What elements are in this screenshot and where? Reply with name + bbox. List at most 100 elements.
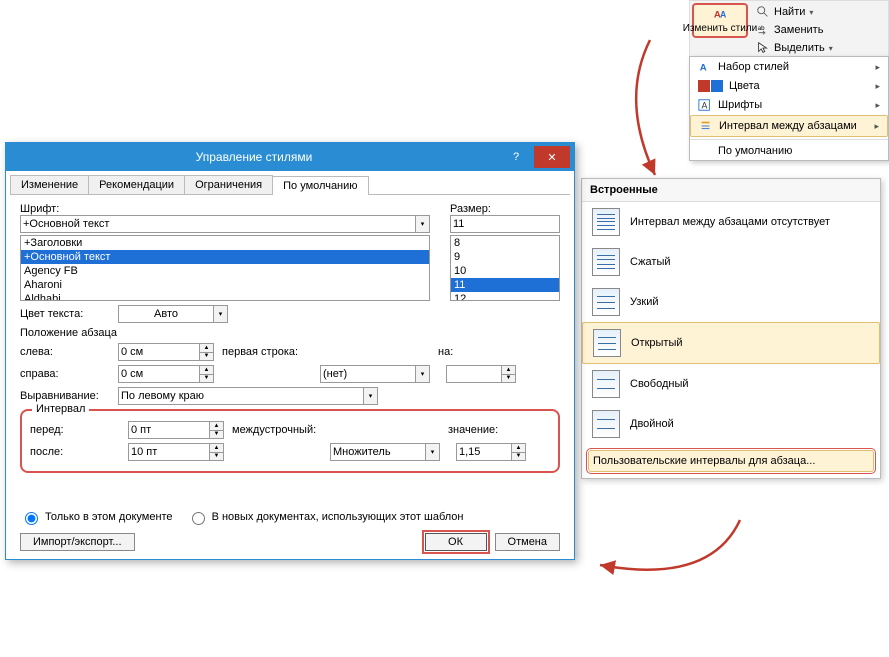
help-button[interactable]: ? [498, 146, 534, 168]
first-line-dropdown-btn[interactable]: ▾ [416, 365, 430, 383]
radio-input[interactable] [192, 512, 205, 525]
preset-label: Интервал между абзацами отсутствует [630, 216, 830, 228]
size-listbox[interactable]: 8 9 10 11 12 [450, 235, 560, 301]
alignment-label: Выравнивание: [20, 390, 110, 402]
select-label: Выделить [774, 42, 825, 54]
svg-text:ab: ab [758, 25, 765, 32]
first-line-dropdown[interactable] [320, 365, 416, 383]
import-export-button[interactable]: Импорт/экспорт... [20, 533, 135, 551]
spinner-buttons[interactable]: ▲▼ [200, 365, 214, 383]
submenu-arrow-icon: ▸ [875, 62, 880, 73]
list-item[interactable]: 10 [451, 264, 559, 278]
value-label: значение: [448, 424, 498, 436]
preset-open[interactable]: Открытый [582, 322, 880, 364]
radio-label: В новых документах, использующих этот ша… [212, 511, 464, 523]
font-input[interactable] [20, 215, 416, 233]
custom-paragraph-spacing[interactable]: Пользовательские интервалы для абзаца... [588, 450, 874, 472]
svg-text:A: A [720, 10, 727, 20]
radio-label: Только в этом документе [45, 511, 173, 523]
find-label: Найти [774, 6, 805, 18]
alignment-dropdown-btn[interactable]: ▾ [364, 387, 378, 405]
tab-recommend[interactable]: Рекомендации [88, 175, 185, 194]
tab-edit[interactable]: Изменение [10, 175, 89, 194]
spinner-buttons[interactable]: ▲▼ [210, 421, 224, 439]
preset-thumb [592, 248, 620, 276]
preset-label: Двойной [630, 418, 674, 430]
text-color-dropdown[interactable] [118, 305, 214, 323]
select-cursor-icon [756, 41, 770, 55]
alignment-dropdown[interactable] [118, 387, 364, 405]
spinner-buttons[interactable]: ▲▼ [512, 443, 526, 461]
submenu-arrow-icon: ▸ [875, 100, 880, 111]
tab-default[interactable]: По умолчанию [272, 176, 368, 195]
menu-item-label: По умолчанию [718, 145, 792, 157]
preset-relaxed[interactable]: Свободный [582, 364, 880, 404]
menu-set-default[interactable]: По умолчанию [690, 142, 888, 160]
menu-item-label: Цвета [729, 80, 760, 92]
preset-thumb [592, 370, 620, 398]
cancel-button[interactable]: Отмена [495, 533, 560, 551]
list-item[interactable]: +Основной текст [21, 250, 429, 264]
preset-tight[interactable]: Узкий [582, 282, 880, 322]
dialog-tabs: Изменение Рекомендации Ограничения По ум… [10, 175, 570, 195]
on-input[interactable] [446, 365, 502, 383]
tab-restrict[interactable]: Ограничения [184, 175, 273, 194]
paragraph-spacing-icon [699, 119, 713, 133]
indent-left-input[interactable] [118, 343, 200, 361]
change-styles-button[interactable]: AA Изменить стили [692, 3, 748, 38]
list-item[interactable]: Agency FB [21, 264, 429, 278]
select-button[interactable]: Выделить▾ [752, 39, 886, 57]
menu-paragraph-spacing[interactable]: Интервал между абзацами▸ [690, 115, 888, 137]
line-spacing-dropdown-btn[interactable]: ▾ [426, 443, 440, 461]
radio-input[interactable] [25, 512, 38, 525]
indent-right-input[interactable] [118, 365, 200, 383]
menu-style-set[interactable]: A Набор стилей▸ [690, 57, 888, 77]
replace-icon: ab [756, 23, 770, 37]
submenu-arrow-icon: ▸ [875, 81, 880, 92]
spacing-before-input[interactable] [128, 421, 210, 439]
ok-button[interactable]: ОК [425, 533, 487, 551]
svg-text:A: A [702, 101, 708, 111]
preset-no-spacing[interactable]: Интервал между абзацами отсутствует [582, 202, 880, 242]
find-button[interactable]: Найти▾ [752, 3, 886, 21]
list-item[interactable]: +Заголовки [21, 236, 429, 250]
replace-label: Заменить [774, 24, 823, 36]
spinner-buttons[interactable]: ▲▼ [200, 343, 214, 361]
font-listbox[interactable]: +Заголовки +Основной текст Agency FB Aha… [20, 235, 430, 301]
radio-this-document[interactable]: Только в этом документе [20, 509, 173, 525]
colors-icon [698, 80, 723, 92]
indent-left-label: слева: [20, 346, 110, 358]
svg-text:A: A [700, 63, 707, 74]
preset-compact[interactable]: Сжатый [582, 242, 880, 282]
ribbon-section: AA Изменить стили Найти▾ ab Заменить Выд… [689, 0, 889, 60]
line-spacing-value-input[interactable] [456, 443, 512, 461]
close-button[interactable]: ✕ [534, 146, 570, 168]
list-item[interactable]: 9 [451, 250, 559, 264]
close-icon: ✕ [547, 151, 556, 164]
menu-separator [690, 139, 888, 140]
list-item[interactable]: Aharoni [21, 278, 429, 292]
paragraph-position-label: Положение абзаца [20, 327, 560, 339]
preset-label: Открытый [631, 337, 683, 349]
radio-new-documents[interactable]: В новых документах, использующих этот ша… [187, 509, 464, 525]
preset-double[interactable]: Двойной [582, 404, 880, 444]
spinner-buttons[interactable]: ▲▼ [502, 365, 516, 383]
interval-fieldset: Интервал перед: ▲▼ междустрочный: значен… [20, 409, 560, 473]
list-item[interactable]: 12 [451, 292, 559, 301]
dialog-titlebar[interactable]: Управление стилями ? ✕ [6, 143, 574, 171]
menu-fonts[interactable]: A Шрифты▸ [690, 95, 888, 115]
list-item[interactable]: 11 [451, 278, 559, 292]
preset-label: Узкий [630, 296, 659, 308]
spacing-after-input[interactable] [128, 443, 210, 461]
before-label: перед: [30, 424, 120, 436]
text-color-dropdown-btn[interactable]: ▾ [214, 305, 228, 323]
replace-button[interactable]: ab Заменить [752, 21, 886, 39]
font-dropdown-btn[interactable]: ▾ [416, 215, 430, 233]
menu-colors[interactable]: Цвета ▸ [690, 77, 888, 95]
size-input[interactable] [450, 215, 560, 233]
list-item[interactable]: Aldhabi [21, 292, 429, 301]
line-spacing-dropdown[interactable] [330, 443, 426, 461]
spinner-buttons[interactable]: ▲▼ [210, 443, 224, 461]
on-label: на: [438, 346, 453, 358]
list-item[interactable]: 8 [451, 236, 559, 250]
